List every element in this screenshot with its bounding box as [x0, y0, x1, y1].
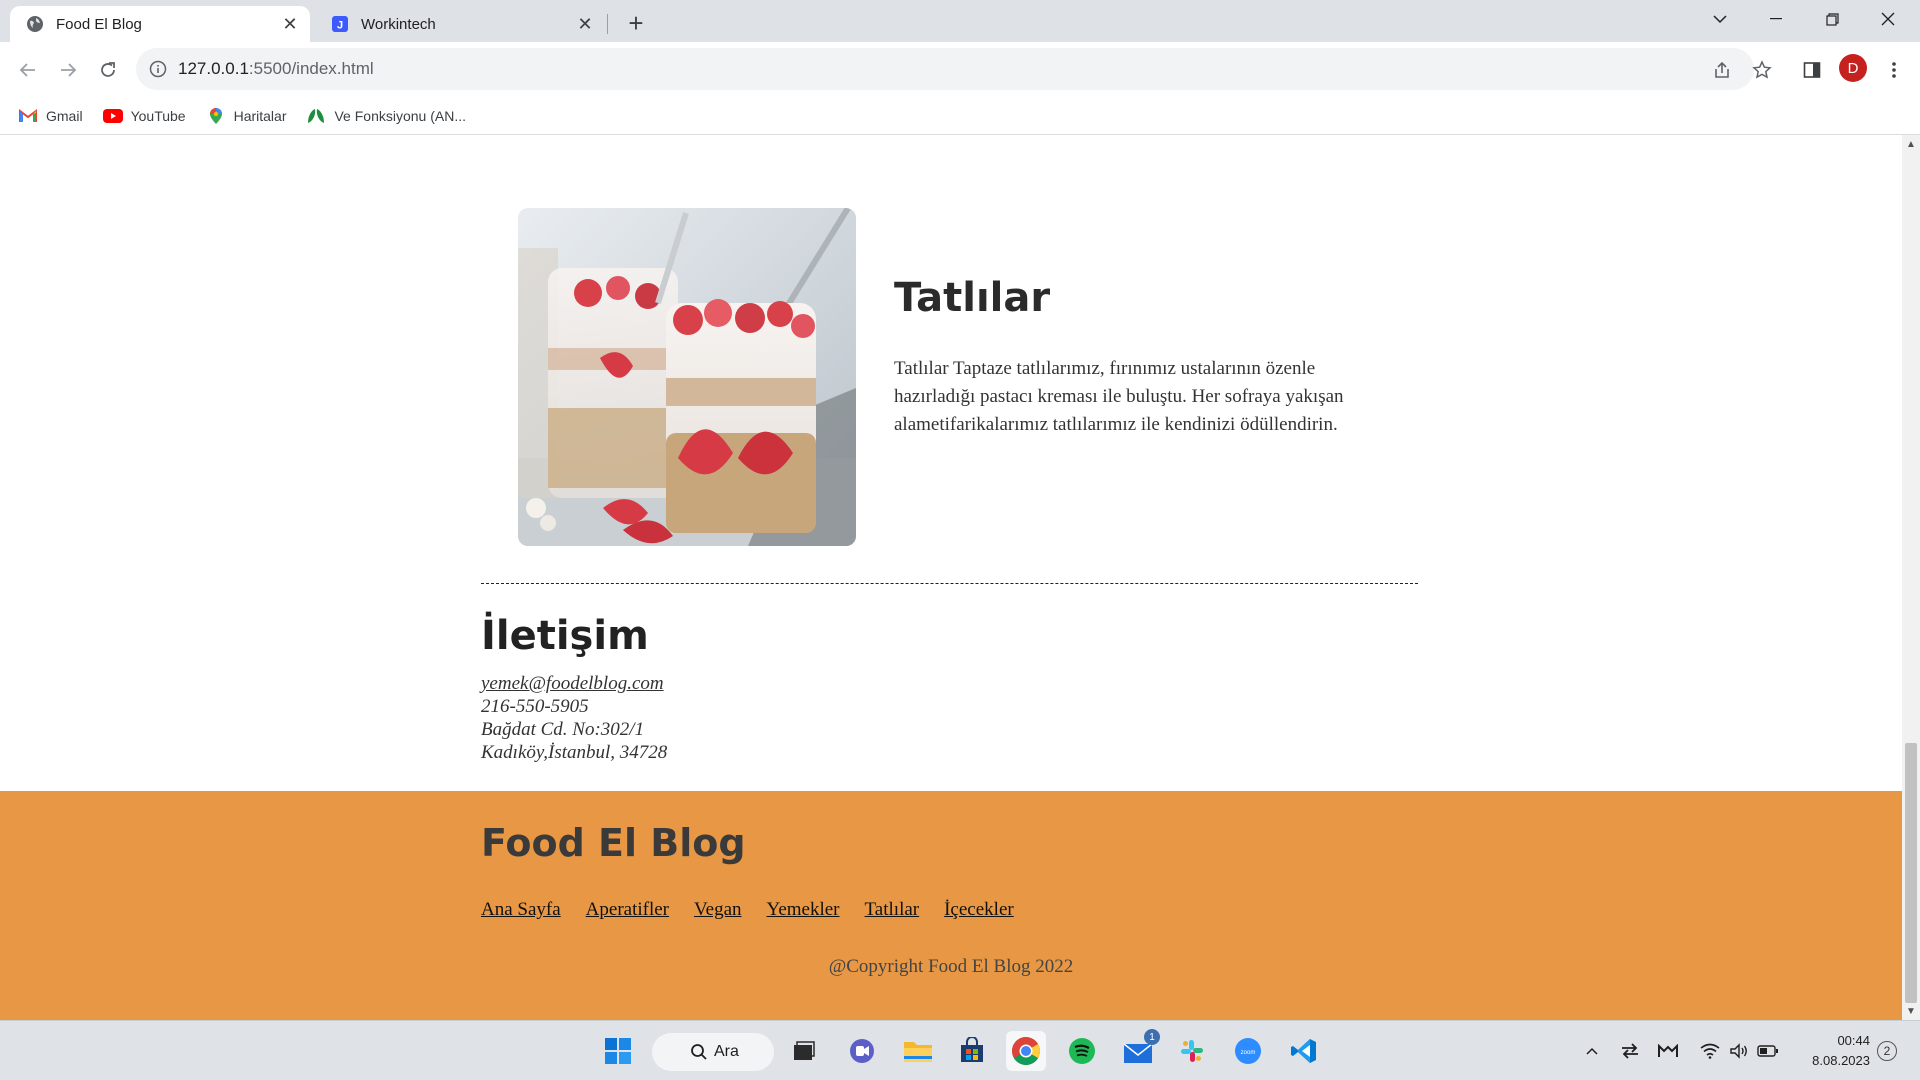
task-view-icon[interactable]: [784, 1031, 824, 1071]
notification-count-badge[interactable]: 2: [1877, 1041, 1897, 1061]
footer-link-icecekler[interactable]: İçecekler: [944, 899, 1014, 921]
svg-text:J: J: [337, 20, 343, 32]
close-tab-icon[interactable]: ✕: [573, 12, 597, 36]
contact-info: yemek@foodelblog.com 216-550-5905 Bağdat…: [481, 672, 667, 764]
profile-avatar[interactable]: D: [1839, 54, 1867, 82]
spotify-icon[interactable]: [1062, 1031, 1102, 1071]
system-clock[interactable]: 00:44 8.08.2023: [1790, 1031, 1870, 1071]
tab-strip: Food El Blog ✕ J Workintech ✕ +: [0, 0, 1920, 42]
footer-link-ana-sayfa[interactable]: Ana Sayfa: [481, 899, 561, 921]
tab-separator: [607, 14, 608, 34]
mail-badge: 1: [1144, 1029, 1160, 1045]
clock-time: 00:44: [1837, 1033, 1870, 1048]
forward-button[interactable]: [52, 54, 84, 86]
close-window-button[interactable]: [1860, 0, 1916, 38]
share-icon[interactable]: [1708, 56, 1736, 84]
show-hidden-icons-chevron-icon[interactable]: [1582, 1039, 1602, 1063]
teams-chat-icon[interactable]: [842, 1031, 882, 1071]
section-divider: [481, 583, 1418, 584]
bookmark-youtube[interactable]: YouTube: [102, 107, 186, 125]
copyright-text: @Copyright Food El Blog 2022: [828, 956, 1074, 977]
contact-title: İletişim: [481, 613, 649, 659]
contact-address-line2: Kadıköy,İstanbul, 34728: [481, 742, 668, 763]
footer-nav: Ana Sayfa Aperatifler Vegan Yemekler Tat…: [481, 899, 1039, 921]
page-viewport: Tatlılar Tatlılar Taptaze tatlılarımız, …: [0, 135, 1902, 1020]
contact-phone: 216-550-5905: [481, 696, 589, 717]
search-icon: [690, 1043, 708, 1066]
globe-icon: [26, 15, 44, 33]
tab-workintech[interactable]: J Workintech ✕: [315, 6, 605, 42]
bookmark-label: YouTube: [130, 107, 186, 124]
scroll-up-arrow-icon[interactable]: ▲: [1902, 135, 1920, 153]
transfer-icon[interactable]: [1618, 1039, 1642, 1063]
page-scrollbar[interactable]: ▲ ▼: [1902, 135, 1920, 1020]
footer-link-vegan[interactable]: Vegan: [694, 899, 741, 921]
scroll-thumb[interactable]: [1905, 743, 1917, 1003]
windows-start-icon[interactable]: [598, 1031, 638, 1071]
footer-link-yemekler[interactable]: Yemekler: [767, 899, 840, 921]
scroll-down-arrow-icon[interactable]: ▼: [1902, 1002, 1920, 1020]
gmail-tray-icon[interactable]: [1656, 1039, 1680, 1063]
svg-text:zoom: zoom: [1241, 1050, 1256, 1056]
bookmarks-bar: Gmail YouTube Haritalar Ve Fonksiyonu (A…: [0, 97, 1920, 135]
taskbar-search[interactable]: Ara: [652, 1033, 774, 1071]
workintech-icon: J: [331, 15, 349, 33]
microsoft-store-icon[interactable]: [952, 1031, 992, 1071]
volume-icon[interactable]: [1727, 1039, 1751, 1063]
tab-search-icon[interactable]: [1692, 0, 1748, 38]
site-footer: Food El Blog Ana Sayfa Aperatifler Vegan…: [0, 791, 1902, 1020]
tab-title: Workintech: [361, 15, 436, 33]
restore-button[interactable]: [1804, 0, 1860, 38]
vscode-icon[interactable]: [1284, 1031, 1324, 1071]
section-description: Tatlılar Taptaze tatlılarımız, fırınımız…: [894, 358, 1344, 435]
clock-date: 8.08.2023: [1812, 1053, 1870, 1068]
menu-kebab-icon[interactable]: [1880, 56, 1908, 84]
section-title: Tatlılar: [894, 275, 1051, 321]
close-tab-icon[interactable]: ✕: [278, 12, 302, 36]
back-button[interactable]: [12, 54, 44, 86]
bookmark-haritalar[interactable]: Haritalar: [206, 107, 287, 125]
mail-icon[interactable]: 1: [1118, 1029, 1160, 1071]
search-label: Ara: [714, 1043, 739, 1060]
url-path: :5500/index.html: [248, 59, 374, 78]
battery-icon[interactable]: [1756, 1039, 1780, 1063]
bookmark-star-icon[interactable]: [1748, 56, 1776, 84]
contact-email-link[interactable]: yemek@foodelblog.com: [481, 673, 664, 694]
address-bar[interactable]: 127.0.0.1:5500/index.html: [136, 48, 1754, 90]
url-host: 127.0.0.1: [178, 59, 249, 78]
bookmark-ve-fonksiyonu[interactable]: Ve Fonksiyonu (AN...: [306, 107, 466, 125]
windows-taskbar: Ara 1 zoom 00:44 8.08.2023 2: [0, 1020, 1920, 1080]
footer-link-aperatifler[interactable]: Aperatifler: [586, 899, 669, 921]
url-text: 127.0.0.1:5500/index.html: [178, 59, 374, 79]
footer-brand: Food El Blog: [481, 821, 746, 865]
browser-toolbar: 127.0.0.1:5500/index.html D: [0, 42, 1920, 97]
footer-link-tatlilar[interactable]: Tatlılar: [865, 899, 920, 921]
bookmark-label: Ve Fonksiyonu (AN...: [334, 107, 466, 124]
dessert-image: [518, 208, 856, 546]
tab-food-el-blog[interactable]: Food El Blog ✕: [10, 6, 310, 42]
contact-address-line1: Bağdat Cd. No:302/1: [481, 719, 645, 740]
tab-title: Food El Blog: [56, 15, 142, 33]
site-info-icon[interactable]: [148, 59, 168, 79]
reload-button[interactable]: [92, 54, 124, 86]
bookmark-label: Gmail: [46, 107, 83, 124]
maps-icon: [206, 107, 226, 125]
file-explorer-icon[interactable]: [898, 1031, 938, 1071]
new-tab-button[interactable]: +: [622, 8, 650, 38]
youtube-icon: [102, 107, 123, 125]
zoom-icon[interactable]: zoom: [1228, 1031, 1268, 1071]
slack-icon[interactable]: [1172, 1031, 1212, 1071]
leaf-icon: [306, 107, 326, 125]
gmail-icon: [18, 107, 38, 125]
minimize-button[interactable]: [1748, 0, 1804, 38]
wifi-icon[interactable]: [1698, 1039, 1722, 1063]
chrome-taskbar-icon[interactable]: [1006, 1031, 1046, 1071]
bookmark-gmail[interactable]: Gmail: [18, 107, 83, 125]
bookmark-label: Haritalar: [233, 107, 287, 124]
side-panel-icon[interactable]: [1798, 56, 1826, 84]
